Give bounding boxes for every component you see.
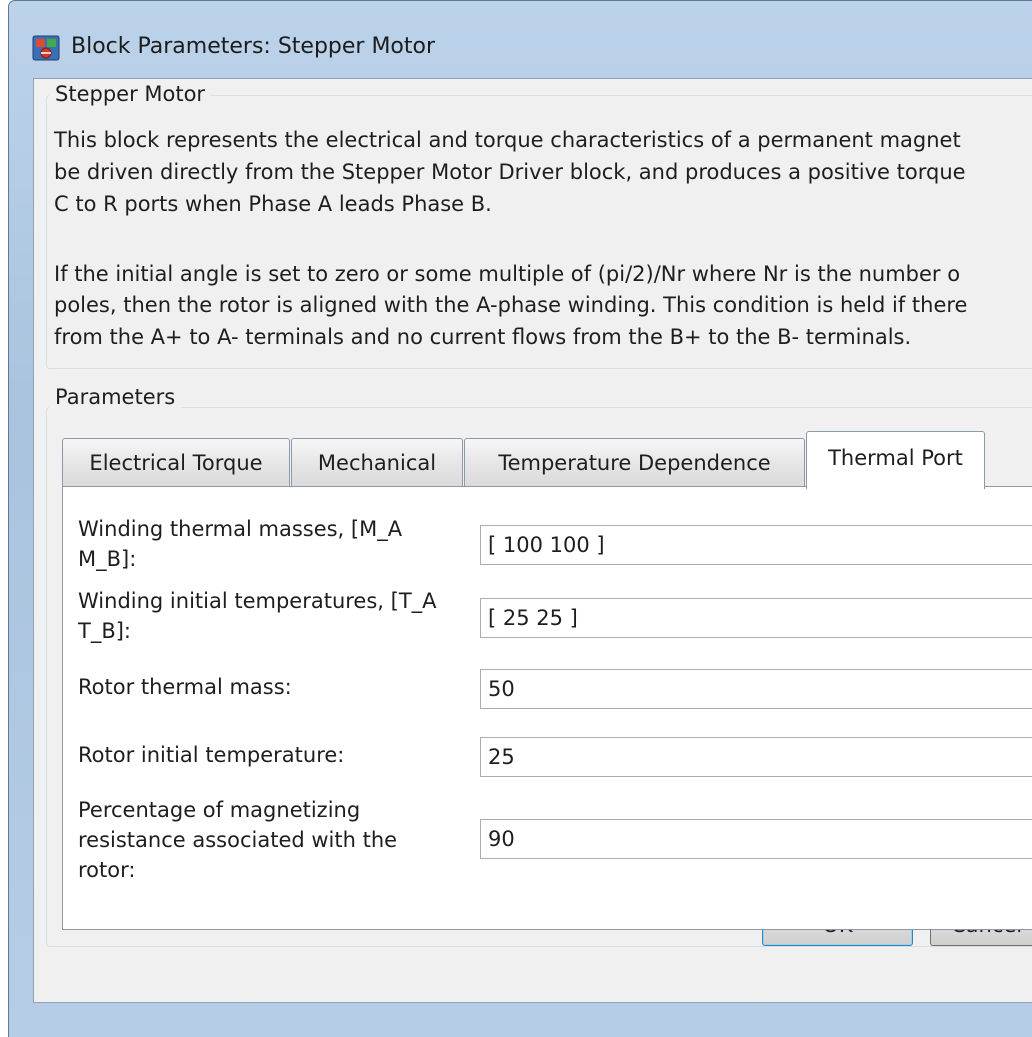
- title-bar[interactable]: Block Parameters: Stepper Motor: [9, 1, 1032, 79]
- tab-temperature-dependence[interactable]: Temperature Dependence: [464, 438, 805, 487]
- description-line: If the initial angle is set to zero or s…: [54, 262, 961, 286]
- parameters-group-label: Parameters: [49, 385, 182, 409]
- description-line: from the A+ to A- terminals and no curre…: [54, 325, 912, 349]
- winding-thermal-masses-input[interactable]: [480, 525, 1032, 565]
- winding-thermal-masses-label: Winding thermal masses, [M_A M_B]:: [78, 517, 403, 571]
- dialog-window: Block Parameters: Stepper Motor Stepper …: [8, 0, 1032, 1037]
- tab-thermal-port[interactable]: Thermal Port: [806, 431, 985, 489]
- description-line: poles, then the rotor is aligned with th…: [54, 293, 968, 317]
- simulink-block-icon: [32, 35, 60, 61]
- winding-initial-temperatures-input[interactable]: [480, 598, 1032, 638]
- magnetizing-resistance-percentage-label: Percentage of magnetizing resistance ass…: [78, 798, 398, 882]
- description-group-label: Stepper Motor: [49, 82, 212, 106]
- window-title: Block Parameters: Stepper Motor: [71, 34, 436, 59]
- thermal-port-panel: Winding thermal masses, [M_A M_B]: Windi…: [62, 486, 1032, 930]
- rotor-initial-temperature-input[interactable]: [480, 737, 1032, 777]
- description-line: be driven directly from the Stepper Moto…: [54, 160, 966, 184]
- rotor-initial-temperature-label: Rotor initial temperature:: [78, 743, 345, 767]
- tab-mechanical[interactable]: Mechanical: [291, 438, 463, 487]
- description-line: This block represents the electrical and…: [54, 128, 961, 152]
- magnetizing-resistance-percentage-input[interactable]: [480, 819, 1032, 859]
- rotor-thermal-mass-input[interactable]: [480, 669, 1032, 709]
- description-line: C to R ports when Phase A leads Phase B.: [54, 192, 492, 216]
- rotor-thermal-mass-label: Rotor thermal mass:: [78, 675, 292, 699]
- dialog-client-area: Stepper Motor This block represents the …: [33, 78, 1032, 1003]
- tab-electrical-torque[interactable]: Electrical Torque: [62, 438, 290, 487]
- winding-initial-temperatures-label: Winding initial temperatures, [T_A T_B]:: [78, 589, 437, 643]
